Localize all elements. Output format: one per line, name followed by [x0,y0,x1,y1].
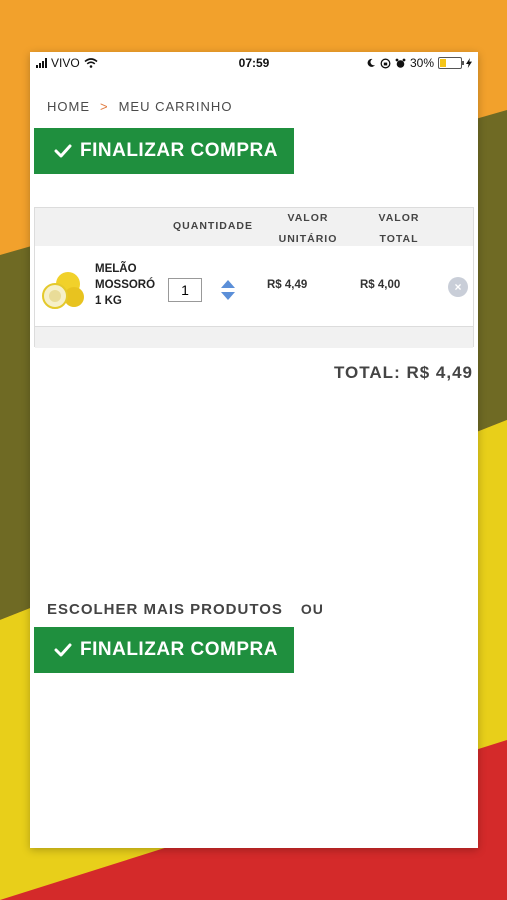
checkout-button-bottom[interactable]: FINALIZAR COMPRA [34,627,294,673]
check-icon [54,144,72,158]
breadcrumb-current: MEU CARRINHO [118,99,233,114]
close-icon: × [454,280,462,294]
app-screen: VIVO 07:59 30% HOME > MEU CARRINHO FINAL… [30,52,478,848]
breadcrumb-home-link[interactable]: HOME [47,99,90,114]
cart-table: QUANTIDADE VALOR UNITÁRIO VALOR TOTAL ME… [34,207,474,348]
breadcrumb-separator: > [100,99,109,114]
header-quantity: QUANTIDADE [173,220,253,232]
checkout-button-label: FINALIZAR COMPRA [80,639,278,660]
or-label: OU [300,601,324,617]
unit-price: R$ 4,49 [267,279,308,291]
choose-more-products-link[interactable]: ESCOLHER MAIS PRODUTOS [47,601,283,618]
remove-item-button[interactable]: × [448,277,468,297]
product-name-line1: MELÃO [95,263,137,275]
quantity-stepper-icon[interactable] [220,278,236,302]
product-name-line3: 1 KG [95,295,122,307]
cart-total: TOTAL: R$ 4,49 [333,363,473,382]
total-price: R$ 4,00 [360,279,401,291]
checkout-button-top[interactable]: FINALIZAR COMPRA [34,128,294,174]
status-bar: VIVO 07:59 30% [30,52,478,74]
product-image-melon [42,272,84,309]
product-name: MELÃO MOSSORÓ 1 KG [95,261,165,309]
table-row: MELÃO MOSSORÓ 1 KG 1 R$ 4,49 R$ 4,00 × [35,246,473,327]
breadcrumb: HOME > MEU CARRINHO [47,99,232,114]
continue-shopping-row: ESCOLHER MAIS PRODUTOS OU [47,601,324,618]
battery-percent: 30% [409,56,434,70]
checkout-button-label: FINALIZAR COMPRA [80,140,278,161]
table-header: QUANTIDADE VALOR UNITÁRIO VALOR TOTAL [35,208,473,246]
quantity-input[interactable]: 1 [168,278,202,302]
battery-icon [438,57,464,69]
alarm-icon [395,58,406,68]
moon-icon [367,58,375,67]
header-unit-value-line1: VALOR [287,212,329,224]
charging-icon [466,58,472,68]
header-total-value-line1: VALOR [378,212,420,224]
rotation-lock-icon [380,58,391,68]
product-name-line2: MOSSORÓ [95,279,156,291]
header-unit-value: VALOR UNITÁRIO [272,208,344,250]
table-footer [35,327,473,348]
check-icon [54,643,72,657]
header-total-value: VALOR TOTAL [365,208,433,250]
